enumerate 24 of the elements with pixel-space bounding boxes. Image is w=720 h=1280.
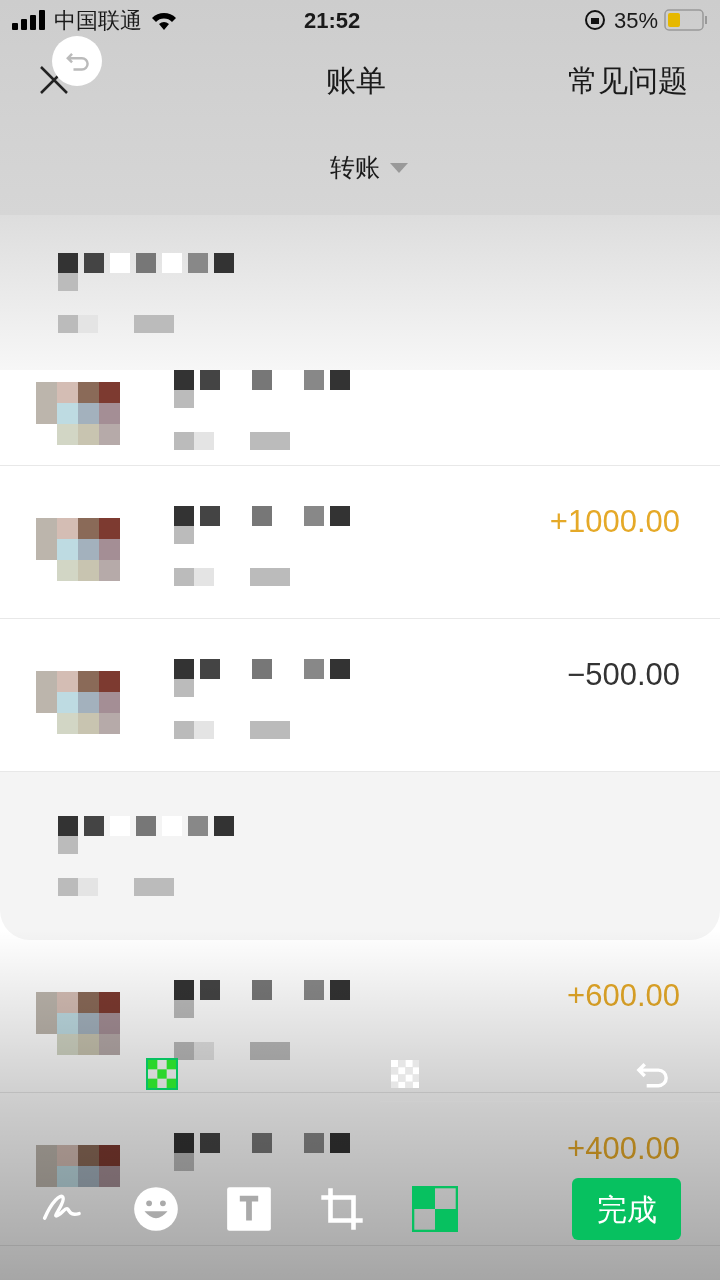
page-title: 账单 (326, 62, 386, 99)
undo-icon (65, 51, 89, 71)
caret-icon (390, 162, 408, 173)
rotation-lock-icon (583, 9, 606, 31)
undo-icon[interactable] (634, 1060, 668, 1088)
amount: +600.00 (567, 980, 680, 1011)
clock-time: 21:52 (304, 6, 361, 35)
done-button[interactable]: 完成 (572, 1178, 681, 1240)
wifi-icon (150, 10, 178, 30)
filter-dropdown[interactable]: 转账 (330, 148, 408, 187)
amount: +400.00 (567, 1133, 680, 1164)
signal-icon (12, 10, 48, 30)
battery-percent: 35% (613, 6, 658, 35)
faq-link[interactable]: 常见问题 (568, 57, 688, 103)
emoji-tool-icon[interactable] (133, 1186, 179, 1232)
battery-icon (664, 9, 708, 31)
carrier-name: 中国联通 (54, 6, 142, 35)
amount: +1000.00 (549, 506, 680, 537)
text-tool-icon[interactable] (226, 1186, 272, 1232)
amount: −500.00 (567, 659, 680, 690)
mosaic-tool-icon[interactable] (412, 1186, 458, 1232)
grid-mosaic-style-icon[interactable] (148, 1060, 176, 1088)
crop-tool-icon[interactable] (319, 1186, 365, 1232)
noise-mosaic-style-icon[interactable] (391, 1060, 420, 1088)
